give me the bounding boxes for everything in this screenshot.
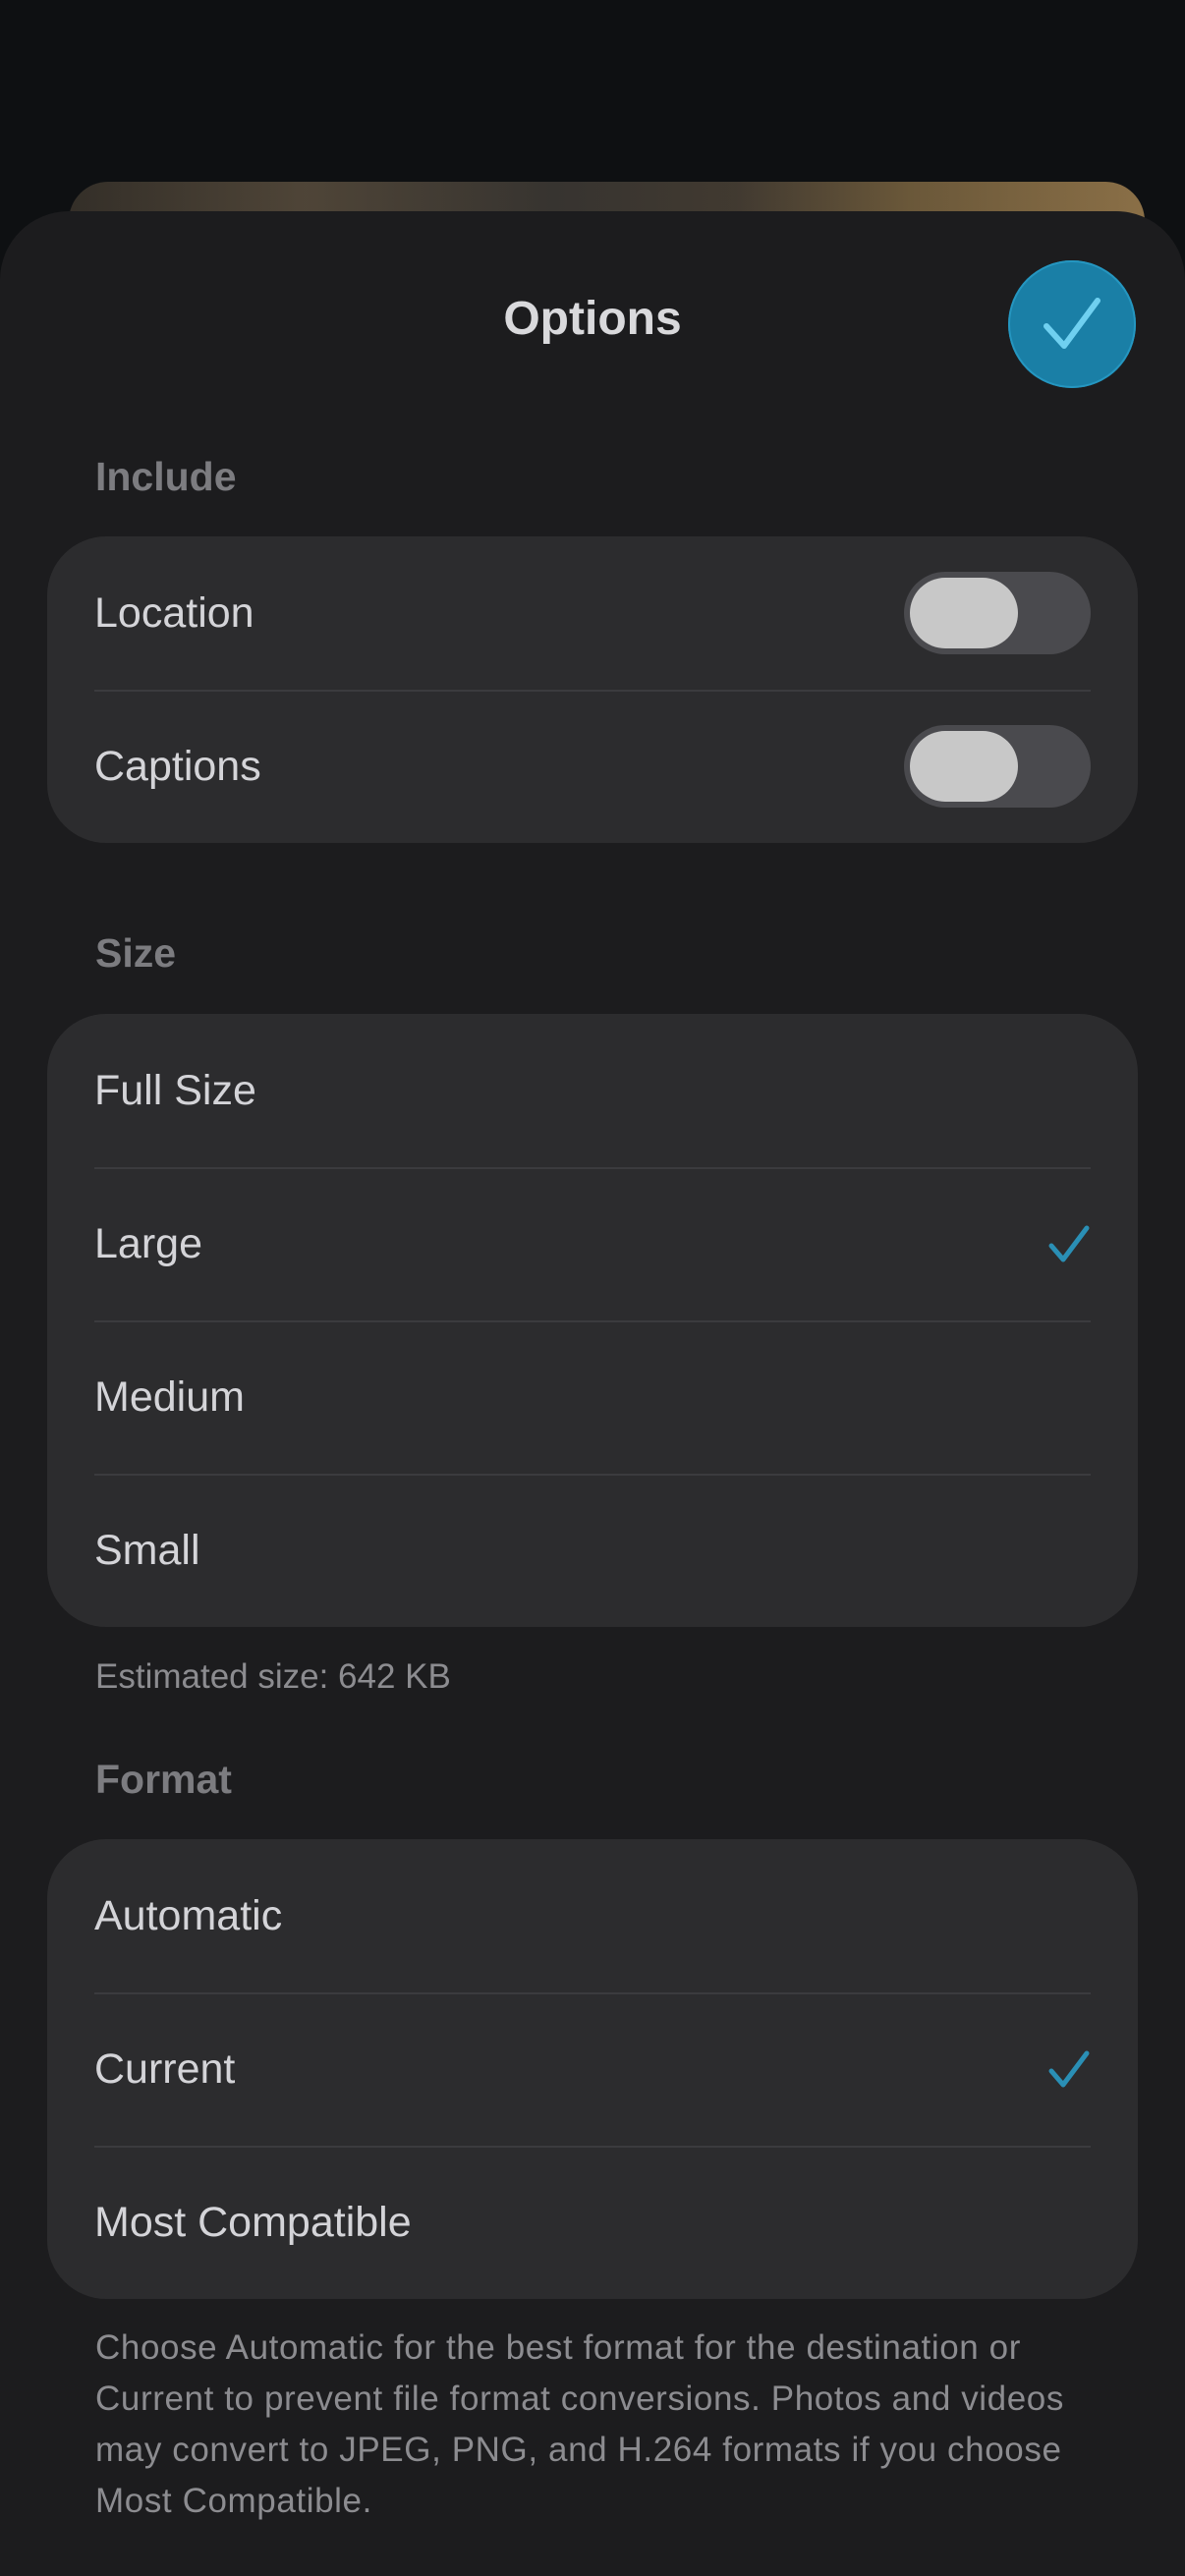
checkmark-icon (1047, 2047, 1091, 2091)
page-title: Options (503, 293, 682, 345)
checkmark-icon (1047, 1222, 1091, 1265)
format-option-automatic[interactable]: Automatic (47, 1839, 1138, 1992)
format-option-label: Most Compatible (94, 2199, 412, 2246)
size-option-large[interactable]: Large (47, 1167, 1138, 1320)
size-group: Full Size Large Medium Small (47, 1014, 1138, 1627)
format-group: Automatic Current Most Compatible (47, 1839, 1138, 2299)
location-label: Location (94, 589, 254, 637)
size-option-full-size[interactable]: Full Size (47, 1014, 1138, 1167)
toggle-knob (910, 578, 1018, 648)
size-option-small[interactable]: Small (47, 1474, 1138, 1627)
estimated-size-text: Estimated size: 642 KB (95, 1657, 451, 1696)
location-toggle[interactable] (904, 572, 1091, 654)
include-section-header: Include (95, 454, 237, 499)
format-option-label: Automatic (94, 1892, 283, 1939)
format-option-label: Current (94, 2045, 236, 2093)
size-option-label: Large (94, 1220, 202, 1267)
toggle-knob (910, 731, 1018, 802)
captions-label: Captions (94, 743, 261, 790)
format-description-text: Choose Automatic for the best format for… (95, 2328, 1064, 2520)
size-section-header: Size (95, 930, 177, 976)
size-option-label: Small (94, 1527, 200, 1574)
done-button[interactable] (1008, 260, 1136, 388)
checkmark-icon (1044, 298, 1100, 349)
size-option-medium[interactable]: Medium (47, 1320, 1138, 1474)
format-section-header: Format (95, 1757, 232, 1802)
format-option-most-compatible[interactable]: Most Compatible (47, 2146, 1138, 2299)
format-option-current[interactable]: Current (47, 1992, 1138, 2146)
size-option-label: Medium (94, 1373, 245, 1421)
location-row: Location (47, 536, 1138, 690)
include-group: Location Captions (47, 536, 1138, 843)
size-option-label: Full Size (94, 1067, 256, 1114)
captions-toggle[interactable] (904, 725, 1091, 808)
captions-row: Captions (47, 690, 1138, 843)
